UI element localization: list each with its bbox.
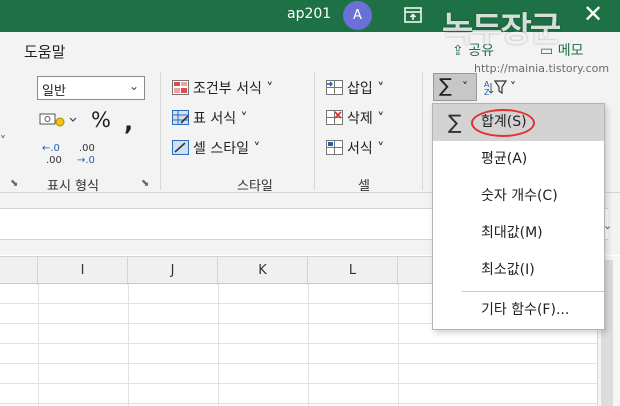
number-dialog-launcher-icon[interactable]: ⬊ [141, 178, 149, 189]
dialog-launcher-icon[interactable]: ⬊ [10, 178, 18, 189]
format-as-table-label: 표 서식 ˅ [193, 111, 248, 127]
svg-text:Z: Z [484, 88, 490, 96]
cell-styles-button[interactable]: 셀 스타일 ˅ [172, 138, 260, 158]
watermark-text: 녹두장군 [442, 10, 561, 50]
sigma-icon: ∑ [439, 75, 452, 97]
group-label-styles: 스타일 [237, 179, 273, 194]
decrease-decimal-icon: .00 →.0 [77, 143, 95, 166]
number-format-value: 일반 [42, 84, 66, 99]
menu-item-average[interactable]: 평균(A) [433, 141, 604, 178]
menu-item-min[interactable]: 최소값(I) [433, 252, 604, 289]
format-cells-button[interactable]: 서식 ˅ [326, 138, 384, 158]
delete-cells-icon [326, 110, 343, 125]
svg-text:→.0: →.0 [77, 155, 95, 166]
menu-item-label: 기타 함수(F)... [481, 302, 570, 318]
group-label-number: 표시 형식 [47, 179, 99, 194]
menu-item-label: 숫자 개수(C) [481, 188, 558, 204]
svg-text:←.0: ←.0 [42, 143, 60, 154]
format-label: 서식 ˅ [347, 141, 385, 157]
column-header-h[interactable] [0, 257, 38, 285]
close-icon[interactable]: ✕ [583, 0, 603, 28]
group-separator [314, 72, 315, 190]
conditional-formatting-icon [172, 80, 189, 95]
menu-item-max[interactable]: 최대값(M) [433, 215, 604, 252]
sort-filter-button[interactable]: A Z [484, 78, 508, 100]
chevron-down-icon[interactable]: ˅ [0, 134, 6, 148]
increase-decimal-button[interactable]: ←.0 .00 [40, 141, 66, 169]
menu-item-more-functions[interactable]: 기타 함수(F)... [433, 292, 604, 329]
gridline [218, 284, 219, 406]
gridline [398, 284, 399, 406]
accounting-format-icon [39, 113, 77, 127]
percent-style-button[interactable]: % [91, 108, 111, 132]
menu-item-label: 최소값(I) [481, 262, 535, 278]
group-separator [160, 72, 161, 190]
conditional-formatting-label: 조건부 서식 ˅ [193, 81, 274, 97]
sigma-icon: ∑ [448, 110, 462, 134]
sort-filter-icon: A Z [484, 80, 508, 97]
format-as-table-icon [172, 110, 189, 125]
accounting-format-button[interactable] [39, 111, 79, 133]
menu-item-label: 최대값(M) [481, 225, 543, 241]
insert-cells-button[interactable]: 삽입 ˅ [326, 78, 384, 98]
cell-styles-label: 셀 스타일 ˅ [193, 141, 261, 157]
window-title: ap201 [287, 6, 332, 22]
insert-cells-icon [326, 80, 343, 95]
watermark-url: http://mainia.tistory.com [474, 62, 610, 75]
conditional-formatting-button[interactable]: 조건부 서식 ˅ [172, 78, 273, 98]
svg-text:.00: .00 [79, 143, 95, 154]
insert-label: 삽입 ˅ [347, 81, 385, 97]
menu-item-count-numbers[interactable]: 숫자 개수(C) [433, 178, 604, 215]
avatar[interactable]: A [343, 1, 372, 30]
chevron-down-icon: ⌄ [129, 79, 140, 93]
format-cells-icon [326, 140, 343, 155]
highlight-circle-annotation [471, 109, 535, 137]
svg-text:.00: .00 [46, 155, 62, 166]
group-separator [422, 72, 423, 190]
column-header-j[interactable]: J [128, 257, 218, 285]
ribbon-display-options-icon[interactable] [402, 4, 424, 26]
menu-item-label: 평균(A) [481, 151, 528, 167]
column-header-i[interactable]: I [38, 257, 128, 285]
decrease-decimal-button[interactable]: .00 →.0 [75, 141, 101, 169]
comma-style-button[interactable]: , [124, 108, 133, 136]
format-as-table-button[interactable]: 표 서식 ˅ [172, 108, 248, 128]
tab-help[interactable]: 도움말 [24, 41, 65, 62]
gridline [38, 284, 39, 406]
chevron-down-icon: ˅ [462, 80, 468, 94]
chevron-down-icon: ˅ [510, 80, 516, 94]
column-header-l[interactable]: L [308, 257, 398, 285]
cell-styles-icon [172, 140, 189, 155]
group-label-cells: 셀 [358, 179, 370, 194]
increase-decimal-icon: ←.0 .00 [42, 143, 62, 166]
gridline [308, 284, 309, 406]
gridline [128, 284, 129, 406]
delete-label: 삭제 ˅ [347, 111, 385, 127]
delete-cells-button[interactable]: 삭제 ˅ [326, 108, 384, 128]
column-header-k[interactable]: K [218, 257, 308, 285]
